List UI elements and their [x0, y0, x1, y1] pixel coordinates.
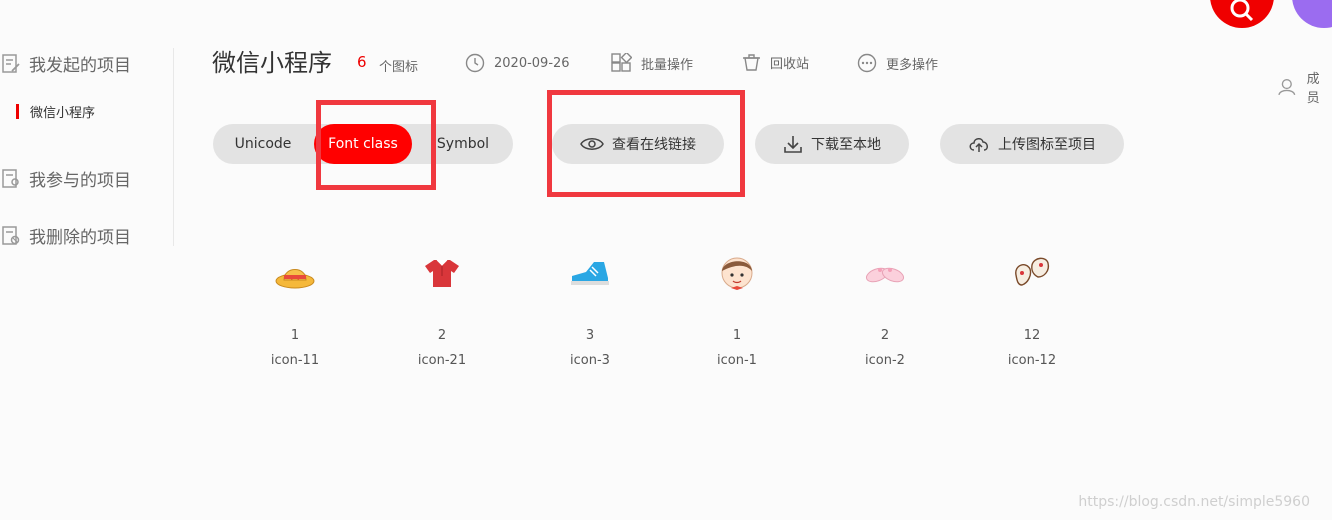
icon-count: 6 — [357, 53, 367, 71]
sidebar-item-label: 我参与的项目 — [29, 171, 131, 191]
icon-code: 1 — [290, 328, 300, 343]
sidebar-item-deleted-projects[interactable]: 我删除的项目 — [2, 223, 131, 248]
icon-name: icon-21 — [417, 353, 467, 368]
icon-count-unit: 个图标 — [379, 60, 419, 75]
mittens-icon — [1015, 257, 1050, 286]
search-fab-button[interactable] — [1210, 0, 1274, 28]
more-icon — [857, 53, 877, 73]
icon-name: icon-12 — [1007, 353, 1057, 368]
annotation-box-font-class — [316, 100, 436, 190]
project-title: 微信小程序 — [212, 49, 332, 77]
sidebar-project-label: 微信小程序 — [30, 106, 96, 121]
icon-code: 1 — [732, 328, 742, 343]
sidebar-divider — [173, 48, 174, 246]
icon-code: 2 — [880, 328, 890, 343]
boy-face-icon — [721, 257, 753, 290]
sidebar-project-active[interactable]: 微信小程序 — [16, 102, 95, 121]
more-operations-button[interactable]: 更多操作 — [857, 53, 938, 73]
active-indicator — [16, 104, 19, 119]
doc-user-icon — [2, 168, 19, 188]
add-fab-button[interactable] — [1292, 0, 1332, 28]
more-label: 更多操作 — [886, 57, 939, 73]
members-label: 成员 — [1306, 72, 1320, 106]
sidebar-item-label: 我删除的项目 — [29, 228, 131, 248]
sneaker-icon — [571, 262, 609, 285]
batch-label: 批量操作 — [641, 58, 694, 73]
cloud-upload-icon — [969, 138, 988, 152]
icon-name: icon-1 — [717, 353, 757, 368]
members-button[interactable]: 成员 — [1278, 68, 1332, 106]
batch-operation-button[interactable]: 批量操作 — [611, 53, 693, 74]
icon-card[interactable]: 1 icon-1 — [677, 250, 797, 368]
user-icon — [1278, 78, 1296, 96]
icon-code: 2 — [437, 328, 447, 343]
download-icon — [784, 136, 802, 153]
icon-name: icon-11 — [270, 353, 320, 368]
icon-card[interactable]: 3 icon-3 — [530, 250, 650, 368]
search-icon — [1230, 0, 1254, 22]
edit-doc-icon — [2, 53, 20, 73]
recycle-label: 回收站 — [770, 57, 810, 72]
sidebar-item-label: 我发起的项目 — [29, 56, 131, 76]
shirt-icon — [425, 259, 459, 287]
icon-card[interactable]: 1 icon-11 — [235, 250, 355, 368]
icon-card[interactable]: 12 icon-12 — [972, 250, 1092, 368]
recycle-bin-button[interactable]: 回收站 — [742, 53, 809, 72]
download-label: 下载至本地 — [811, 137, 881, 153]
icon-card[interactable]: 2 icon-21 — [382, 250, 502, 368]
icon-card[interactable]: 2 icon-2 — [825, 250, 945, 368]
icon-name: icon-3 — [570, 353, 610, 368]
hat-icon — [275, 269, 315, 289]
slippers-icon — [865, 267, 905, 283]
watermark: https://blog.csdn.net/simple5960 — [1078, 494, 1310, 510]
created-date: 2020-09-26 — [465, 53, 570, 73]
annotation-box-online-link — [547, 90, 745, 197]
icon-code: 12 — [1023, 328, 1041, 343]
sidebar-item-my-projects[interactable]: 我发起的项目 — [2, 51, 131, 76]
upload-label: 上传图标至项目 — [998, 137, 1096, 153]
icon-name: icon-2 — [865, 353, 905, 368]
doc-delete-icon — [2, 225, 20, 245]
grid-icon — [611, 53, 632, 72]
download-local-button[interactable]: 下载至本地 — [755, 124, 909, 164]
date-text: 2020-09-26 — [494, 55, 570, 71]
sidebar-item-joined-projects[interactable]: 我参与的项目 — [2, 166, 131, 191]
upload-icons-button[interactable]: 上传图标至项目 — [940, 124, 1124, 164]
clock-icon — [465, 53, 485, 73]
tab-unicode[interactable]: Unicode — [213, 124, 313, 164]
icon-code: 3 — [585, 328, 595, 343]
trash-icon — [743, 54, 760, 71]
